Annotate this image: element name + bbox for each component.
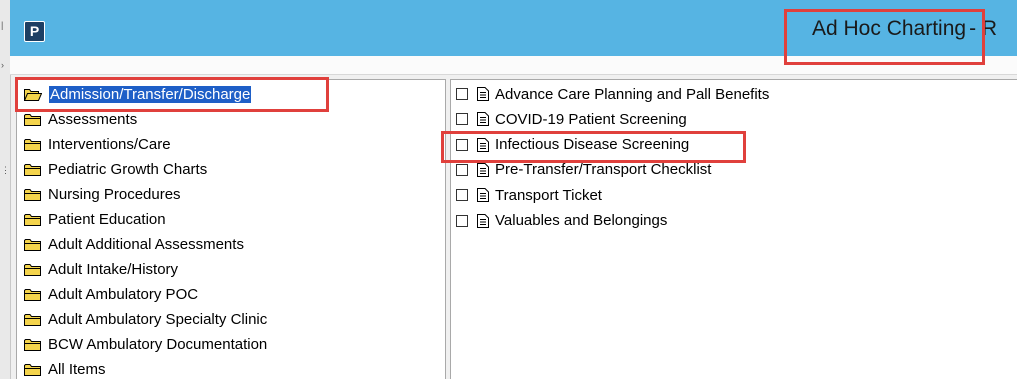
edge-glyph: | — [1, 20, 4, 30]
document-item[interactable]: Valuables and Belongings — [456, 212, 667, 230]
folder-item[interactable]: Adult Additional Assessments — [24, 235, 244, 253]
document-checkbox[interactable] — [456, 214, 468, 227]
document-icon — [477, 162, 495, 177]
title-highlight-callout — [784, 9, 985, 65]
folder-label: Pediatric Growth Charts — [48, 160, 208, 178]
folder-label: Adult Intake/History — [48, 260, 179, 278]
folder-item[interactable]: BCW Ambulatory Documentation — [24, 335, 267, 353]
folder-icon — [24, 138, 48, 151]
document-checkbox[interactable] — [456, 88, 468, 100]
folder-label: Adult Ambulatory POC — [48, 285, 199, 303]
folder-item[interactable]: Adult Ambulatory Specialty Clinic — [24, 310, 267, 328]
folder-icon — [24, 163, 48, 176]
document-label: Valuables and Belongings — [495, 212, 668, 229]
document-label: COVID-19 Patient Screening — [495, 110, 687, 128]
folder-label: All Items — [48, 360, 106, 378]
folder-icon — [24, 288, 48, 301]
folder-icon — [24, 338, 48, 351]
folder-item[interactable]: Interventions/Care — [24, 135, 171, 153]
folder-item[interactable]: Assessments — [24, 110, 137, 128]
document-checkbox[interactable] — [456, 163, 468, 176]
document-item[interactable]: Transport Ticket — [456, 186, 602, 204]
folder-icon — [24, 238, 48, 251]
document-icon — [477, 188, 495, 203]
folder-label: BCW Ambulatory Documentation — [48, 335, 268, 353]
document-checkbox[interactable] — [456, 113, 468, 126]
folder-icon — [24, 188, 48, 201]
folder-label: Patient Education — [48, 210, 166, 228]
document-icon — [477, 112, 495, 127]
document-highlight-callout — [441, 131, 746, 163]
folder-item[interactable]: Nursing Procedures — [24, 185, 181, 203]
folder-item[interactable]: Adult Ambulatory POC — [24, 285, 198, 303]
folder-icon — [24, 113, 48, 126]
folder-item[interactable]: Adult Intake/History — [24, 260, 178, 278]
folder-label: Nursing Procedures — [48, 185, 181, 203]
edge-glyph: ⋮ — [1, 165, 10, 175]
document-label: Advance Care Planning and Pall Benefits — [495, 85, 770, 103]
folder-label: Adult Additional Assessments — [48, 235, 244, 253]
folder-icon — [24, 363, 48, 376]
folder-item[interactable]: All Items — [24, 360, 106, 378]
folder-label: Assessments — [48, 110, 138, 128]
document-item[interactable]: Advance Care Planning and Pall Benefits — [456, 85, 769, 103]
document-label: Pre-Transfer/Transport Checklist — [495, 161, 712, 179]
folder-label: Adult Ambulatory Specialty Clinic — [48, 310, 268, 328]
folder-highlight-callout — [15, 77, 329, 112]
document-item[interactable]: Pre-Transfer/Transport Checklist — [456, 161, 711, 179]
document-icon — [477, 213, 495, 228]
folder-item[interactable]: Pediatric Growth Charts — [24, 160, 207, 178]
folder-icon — [24, 263, 48, 276]
edge-glyph: › — [1, 60, 4, 70]
document-item[interactable]: COVID-19 Patient Screening — [456, 110, 687, 128]
app-icon[interactable]: P — [24, 21, 45, 42]
folder-icon — [24, 313, 48, 326]
folder-item[interactable]: Patient Education — [24, 210, 166, 228]
document-checkbox[interactable] — [456, 189, 468, 202]
document-label: Transport Ticket — [495, 186, 602, 204]
folder-label: Interventions/Care — [48, 135, 171, 153]
folder-icon — [24, 213, 48, 226]
document-icon — [477, 87, 495, 101]
